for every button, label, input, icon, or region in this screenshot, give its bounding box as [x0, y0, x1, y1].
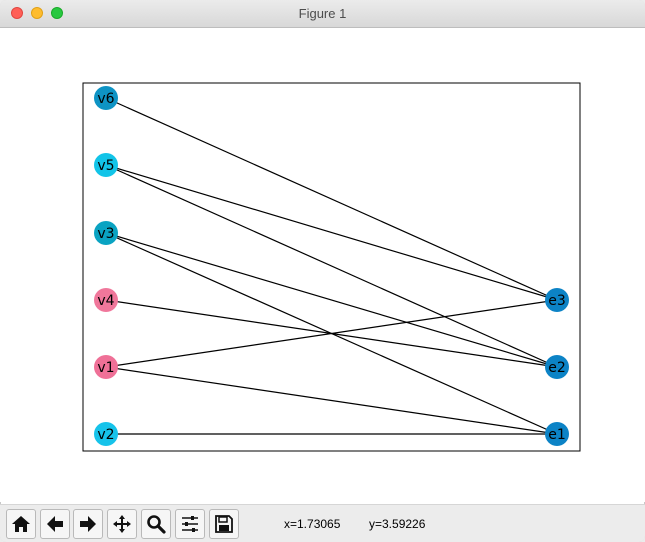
node-label-v1: v1: [97, 360, 114, 376]
configure-subplots-button[interactable]: [175, 509, 205, 539]
figure-window: Figure 1 v6 v5 v3 v4 v1 v2 e3 e2 e1 x=1.…: [0, 0, 645, 542]
cursor-x-readout: x=1.73065: [284, 517, 341, 531]
node-label-v4: v4: [97, 293, 114, 309]
home-button[interactable]: [6, 509, 36, 539]
edge-v6-e3: [105, 97, 558, 301]
node-label-v5: v5: [97, 158, 114, 174]
window-title: Figure 1: [298, 6, 347, 21]
cursor-y-readout: y=3.59226: [369, 517, 426, 531]
graph-plot[interactable]: v6 v5 v3 v4 v1 v2 e3 e2 e1: [0, 28, 645, 502]
edge-v5-e2: [105, 164, 558, 368]
pan-button[interactable]: [107, 509, 137, 539]
title-bar[interactable]: Figure 1: [0, 0, 645, 28]
graph-edges: [105, 97, 558, 435]
node-label-e2: e2: [548, 360, 566, 376]
move-icon: [113, 515, 131, 533]
node-label-e1: e1: [548, 427, 566, 443]
arrow-right-icon: [80, 516, 96, 532]
node-label-v3: v3: [97, 226, 114, 242]
back-button[interactable]: [40, 509, 70, 539]
edge-v5-e3: [105, 164, 558, 301]
edge-v1-e1: [105, 366, 558, 435]
floppy-disk-icon: [215, 515, 233, 533]
arrow-left-icon: [47, 516, 63, 532]
save-button[interactable]: [209, 509, 239, 539]
navigation-toolbar: x=1.73065 y=3.59226: [0, 504, 645, 542]
zoom-button[interactable]: [141, 509, 171, 539]
node-label-v6: v6: [97, 91, 114, 107]
node-label-e3: e3: [548, 293, 566, 309]
forward-button[interactable]: [73, 509, 103, 539]
magnifier-icon: [147, 515, 166, 534]
home-icon: [12, 516, 30, 532]
node-label-v2: v2: [97, 427, 114, 443]
sliders-icon: [182, 516, 198, 532]
edge-v3-e2: [105, 232, 558, 368]
axes-frame: [82, 82, 581, 452]
figure-canvas[interactable]: v6 v5 v3 v4 v1 v2 e3 e2 e1: [0, 28, 645, 502]
